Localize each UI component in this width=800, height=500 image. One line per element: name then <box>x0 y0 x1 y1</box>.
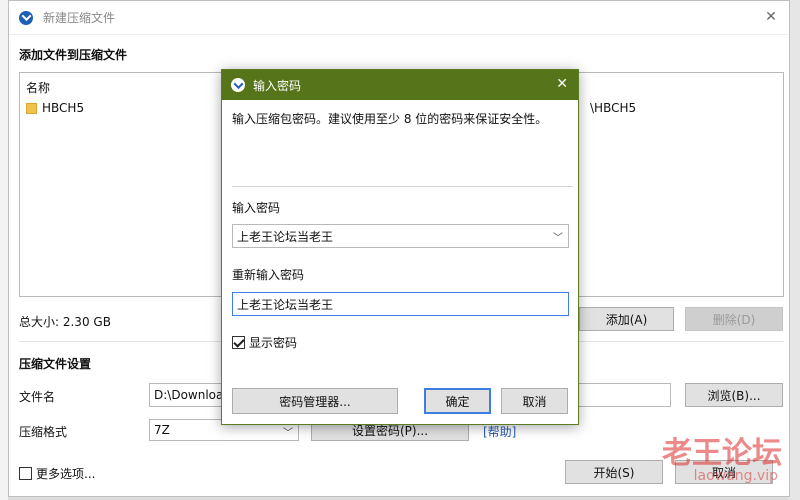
start-button[interactable]: 开始(S) <box>565 460 663 484</box>
column-header-name[interactable]: 名称 <box>26 79 50 96</box>
list-item[interactable]: HBCH5 <box>26 101 84 115</box>
filename-label: 文件名 <box>19 390 56 404</box>
checkbox-box[interactable] <box>19 467 32 480</box>
show-password-label: 显示密码 <box>249 336 298 350</box>
close-icon[interactable]: ✕ <box>556 76 568 92</box>
add-button[interactable]: 添加(A) <box>579 307 674 331</box>
chevron-down-icon[interactable]: ﹀ <box>553 229 563 244</box>
app-icon <box>19 10 33 25</box>
folder-icon <box>26 102 37 114</box>
total-size: 总大小: 2.30 GB <box>19 315 111 329</box>
password-dialog: 输入密码 ✕ 输入压缩包密码。建议使用至少 8 位的密码来保证安全性。 输入密码… <box>221 69 579 425</box>
chevron-down-icon: ﹀ <box>283 428 293 439</box>
app-icon <box>231 78 245 92</box>
password-cancel-button[interactable]: 取消 <box>501 388 568 414</box>
help-link[interactable]: [帮助] <box>483 423 516 440</box>
password-manager-button[interactable]: 密码管理器... <box>232 388 398 414</box>
password-dialog-titlebar: 输入密码 ✕ <box>222 70 578 100</box>
password-input[interactable]: 上老王论坛当老王 ﹀ <box>232 224 569 248</box>
show-password-checkbox[interactable]: 显示密码 <box>232 334 297 351</box>
format-value: 7Z <box>154 423 170 437</box>
title-bar: 新建压缩文件 ✕ <box>9 1 789 35</box>
more-options-checkbox[interactable]: 更多选项... <box>19 465 95 482</box>
password-dialog-title: 输入密码 <box>253 78 302 93</box>
window-title: 新建压缩文件 <box>43 11 116 25</box>
password-value: 上老王论坛当老王 <box>237 229 334 244</box>
list-item-path: \HBCH5 <box>590 101 637 115</box>
divider <box>232 186 573 187</box>
background-app-edge <box>0 0 8 500</box>
settings-section-title: 压缩文件设置 <box>19 357 92 371</box>
more-options-label: 更多选项... <box>36 467 96 481</box>
delete-button[interactable]: 删除(D) <box>685 307 783 331</box>
checkbox-checked-icon[interactable] <box>232 336 245 349</box>
password-description: 输入压缩包密码。建议使用至少 8 位的密码来保证安全性。 <box>232 112 548 126</box>
password-label: 输入密码 <box>232 201 281 215</box>
watermark: 老王论坛 <box>662 436 782 471</box>
watermark-subtext: laowang.vip <box>693 468 778 484</box>
reenter-password-input[interactable]: 上老王论坛当老王 <box>232 292 569 316</box>
format-label: 压缩格式 <box>19 425 68 439</box>
close-icon[interactable]: ✕ <box>761 7 781 27</box>
list-item-name: HBCH5 <box>42 101 85 115</box>
browse-button[interactable]: 浏览(B)... <box>685 383 783 407</box>
add-section-title: 添加文件到压缩文件 <box>19 48 128 62</box>
reenter-password-label: 重新输入密码 <box>232 268 305 282</box>
ok-button[interactable]: 确定 <box>424 388 491 414</box>
